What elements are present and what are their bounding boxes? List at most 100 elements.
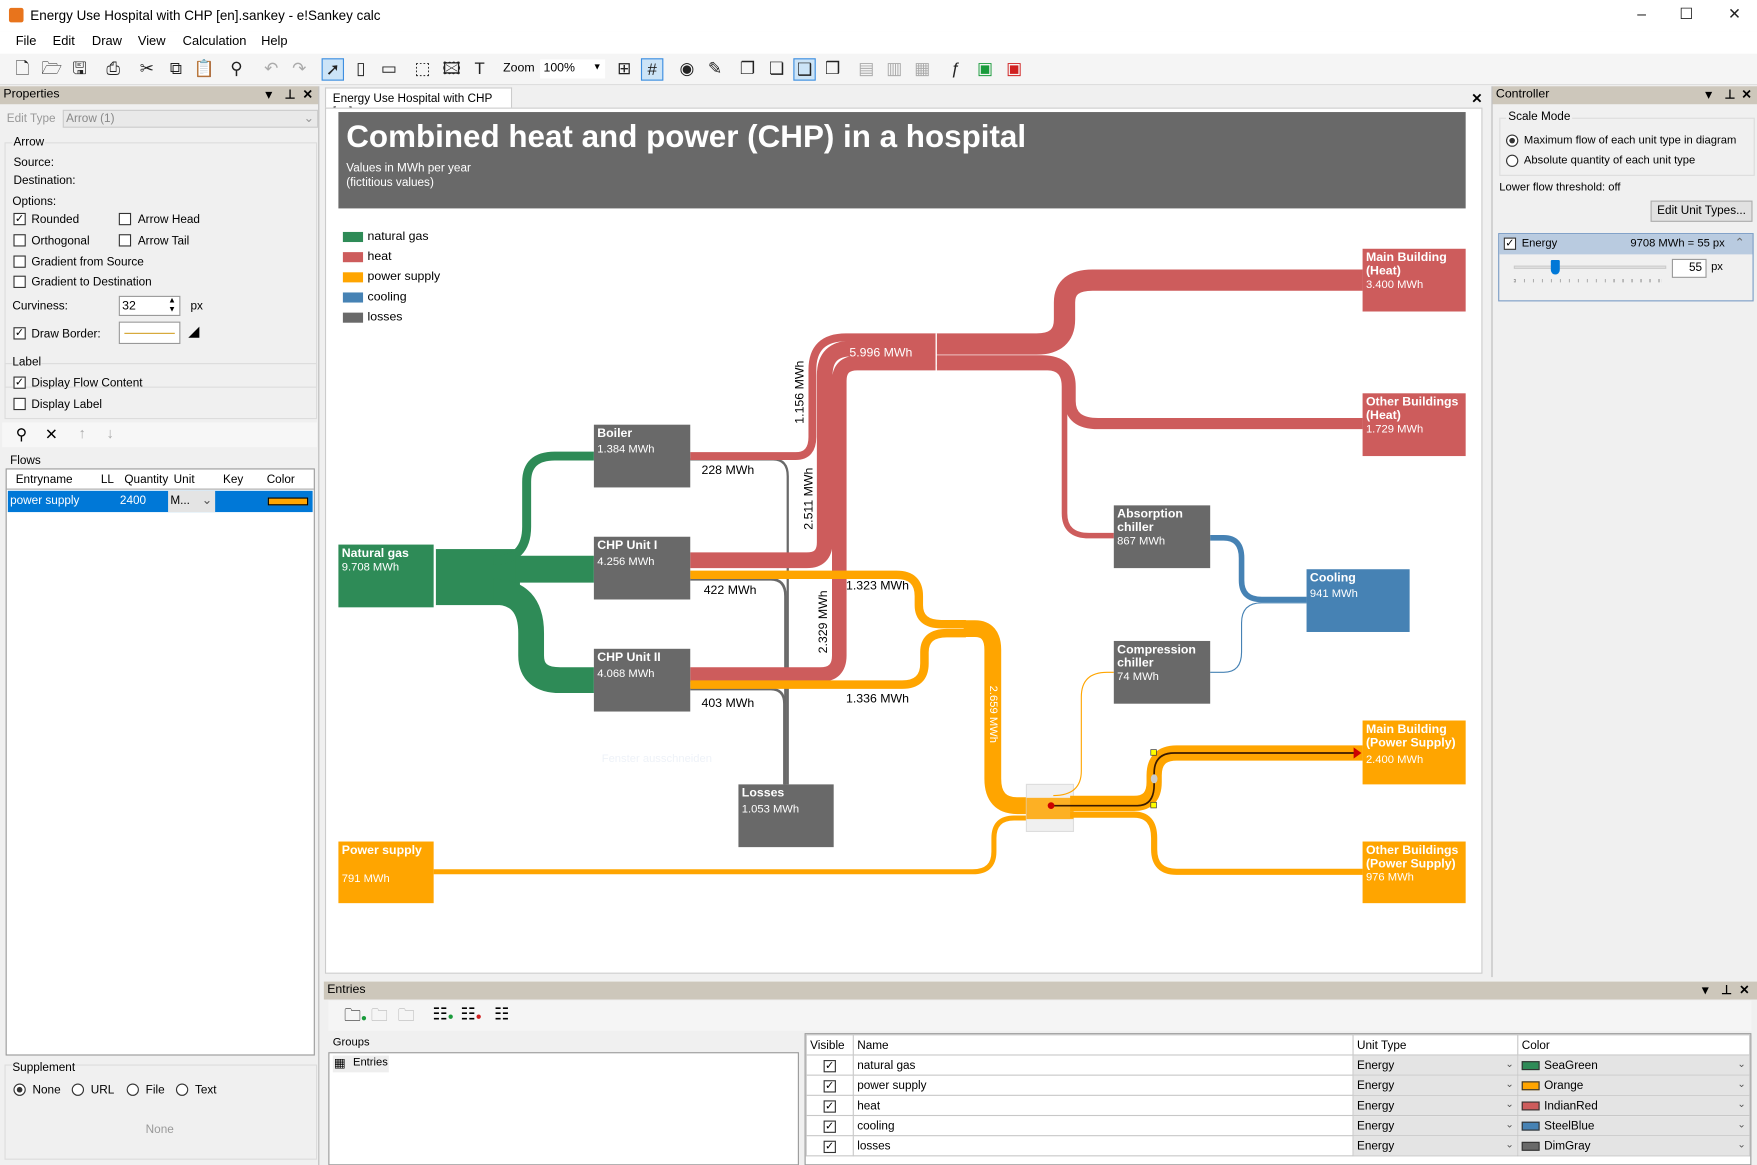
unit-type-value: Energy [1356,1058,1395,1072]
flow-power-other-buildings[interactable] [1070,811,1363,875]
group-item-label: Entries [352,1056,388,1069]
flow-power-compression[interactable] [1053,671,1114,797]
color-select[interactable]: IndianRed ⌄ [1517,1094,1751,1117]
scale-mode-label: Scale Mode [1506,109,1573,124]
collapse-icon[interactable]: ⌃ [1735,236,1745,249]
visible-checkbox[interactable]: ✓ [823,1099,836,1113]
visible-cell[interactable]: ✓ [805,1135,854,1157]
node-value: 1.384 MWh [597,443,655,457]
flow-power-main-building[interactable] [1070,745,1363,812]
add-entry-icon[interactable]: ☷● [433,1004,454,1024]
unit-type-select[interactable]: Energy ⌄ [1352,1135,1519,1157]
scale-mode-abs-radio[interactable] [1506,154,1519,167]
flow-gas-boiler[interactable] [492,451,594,565]
color-select[interactable]: SeaGreen ⌄ [1517,1054,1751,1076]
col-color[interactable]: Color [1517,1034,1751,1056]
remove-group-icon[interactable]: 🗀 [398,1004,415,1032]
node-value: 941 MWh [1309,588,1358,601]
entry-name[interactable]: power supply [852,1074,1354,1096]
node-value: 3.400 MWh [1365,279,1424,292]
selection-handle-start[interactable] [1047,802,1055,810]
scale-slider-thumb[interactable] [1550,259,1560,275]
node-natural-gas[interactable]: Natural gas 9.708 MWh [338,544,434,608]
entries-header: Entries ▾ ⊥ ✕ [323,981,1757,1000]
unit-scale-text: 9708 MWh = 55 px [1630,237,1725,250]
edit-unit-types-button[interactable]: Edit Unit Types... [1650,200,1753,222]
chevron-down-icon: ⌄ [1505,1098,1514,1110]
entry-row[interactable]: ✓ natural gas Energy ⌄ SeaGreen ⌄ [805,1054,1751,1076]
node-chp-unit-1[interactable]: CHP Unit I 4.256 MWh [593,536,691,600]
unit-type-select[interactable]: Energy ⌄ [1352,1114,1519,1137]
col-visible[interactable]: Visible [805,1034,854,1056]
flow-gas-chp2[interactable] [492,578,594,694]
entry-name[interactable]: cooling [852,1114,1354,1137]
dropdown-icon[interactable]: ▾ [1702,983,1708,997]
node-other-buildings-heat[interactable]: Other Buildings (Heat) 1.729 MWh [1362,393,1466,457]
node-chp-unit-2[interactable]: CHP Unit II 4.068 MWh [593,648,691,712]
unit-type-select[interactable]: Energy ⌄ [1352,1074,1519,1096]
dropdown-icon[interactable]: ▾ [1705,87,1711,102]
visible-checkbox[interactable]: ✓ [823,1079,836,1092]
node-cooling[interactable]: Cooling 941 MWh [1306,569,1410,632]
scale-mode-max-radio[interactable] [1506,134,1519,147]
entry-row[interactable]: ✓ cooling Energy ⌄ SteelBlue ⌄ [805,1114,1751,1137]
node-boiler[interactable]: Boiler 1.384 MWh [593,424,691,488]
unit-energy-checkbox[interactable]: ✓ [1503,237,1517,250]
scale-slider[interactable] [1513,265,1667,269]
entry-row[interactable]: ✓ power supply Energy ⌄ Orange ⌄ [805,1074,1751,1096]
entry-row[interactable]: ✓ losses Energy ⌄ DimGray ⌄ [805,1135,1751,1157]
node-main-building-heat[interactable]: Main Building (Heat) 3.400 MWh [1362,248,1466,312]
node-other-buildings-power[interactable]: Other Buildings (Power Supply) 976 MWh [1362,841,1466,904]
entry-name[interactable]: losses [852,1135,1354,1157]
visible-cell[interactable]: ✓ [805,1074,854,1096]
col-name[interactable]: Name [852,1034,1354,1056]
visible-checkbox[interactable]: ✓ [823,1059,836,1072]
entry-row[interactable]: ✓ heat Energy ⌄ IndianRed ⌄ [805,1094,1751,1117]
flow-label-chp2-loss: 403 MWh [701,696,755,711]
node-value: 1.053 MWh [741,803,800,816]
close-icon[interactable]: ✕ [1739,983,1749,997]
control-point-handle[interactable] [1150,749,1157,756]
node-main-building-power[interactable]: Main Building (Power Supply) 2.400 MWh [1362,720,1466,785]
add-group-icon[interactable]: 🗀● [344,1004,367,1032]
visible-cell[interactable]: ✓ [805,1114,854,1137]
flow-boiler-losses[interactable] [690,458,789,785]
move-entry-icon[interactable]: ☷ [494,1004,509,1024]
flow-compression-cooling[interactable] [1210,602,1307,673]
group-item-entries[interactable]: ▦ Entries [332,1055,389,1073]
node-name: Absorption chiller [1117,507,1183,535]
visible-checkbox[interactable]: ✓ [823,1140,836,1153]
pin-icon[interactable]: ⊥ [1721,983,1732,997]
color-select[interactable]: Orange ⌄ [1517,1074,1751,1096]
groups-tree: ▦ Entries [328,1052,799,1165]
node-power-supply[interactable]: Power supply 791 MWh [338,841,434,904]
scale-px-input[interactable]: 55 [1671,258,1707,278]
flow-heat-main-building[interactable] [936,269,1363,355]
entry-name[interactable]: natural gas [852,1054,1354,1076]
entry-name[interactable]: heat [852,1094,1354,1117]
close-icon[interactable]: ✕ [1741,87,1751,102]
chevron-down-icon: ⌄ [1505,1138,1514,1150]
color-swatch [1521,1060,1540,1070]
visible-checkbox[interactable]: ✓ [823,1119,836,1133]
unit-type-select[interactable]: Energy ⌄ [1352,1054,1519,1076]
flow-power-supply[interactable] [433,815,1031,875]
node-losses[interactable]: Losses 1.053 MWh [738,784,834,848]
flow-heat-absorption[interactable] [936,364,1114,539]
control-point-handle[interactable] [1150,801,1157,809]
flow-absorption-cooling[interactable] [1210,535,1307,603]
col-unit-type[interactable]: Unit Type [1352,1034,1519,1056]
unit-type-select[interactable]: Energy ⌄ [1352,1094,1519,1117]
remove-entry-icon[interactable]: ☷● [461,1004,482,1024]
node-compression-chiller[interactable]: Compression chiller 74 MWh [1113,640,1211,704]
node-absorption-chiller[interactable]: Absorption chiller 867 MWh [1113,505,1211,569]
color-select[interactable]: DimGray ⌄ [1517,1135,1751,1157]
node-name: Losses [741,786,785,801]
color-select[interactable]: SteelBlue ⌄ [1517,1114,1751,1137]
visible-cell[interactable]: ✓ [805,1094,854,1117]
edit-group-icon[interactable]: 🗀 [371,1004,388,1032]
visible-cell[interactable]: ✓ [805,1054,854,1076]
midpoint-handle[interactable] [1150,774,1158,784]
pin-icon[interactable]: ⊥ [1725,87,1736,102]
flow-threshold-label: Lower flow threshold: off [1499,181,1621,194]
